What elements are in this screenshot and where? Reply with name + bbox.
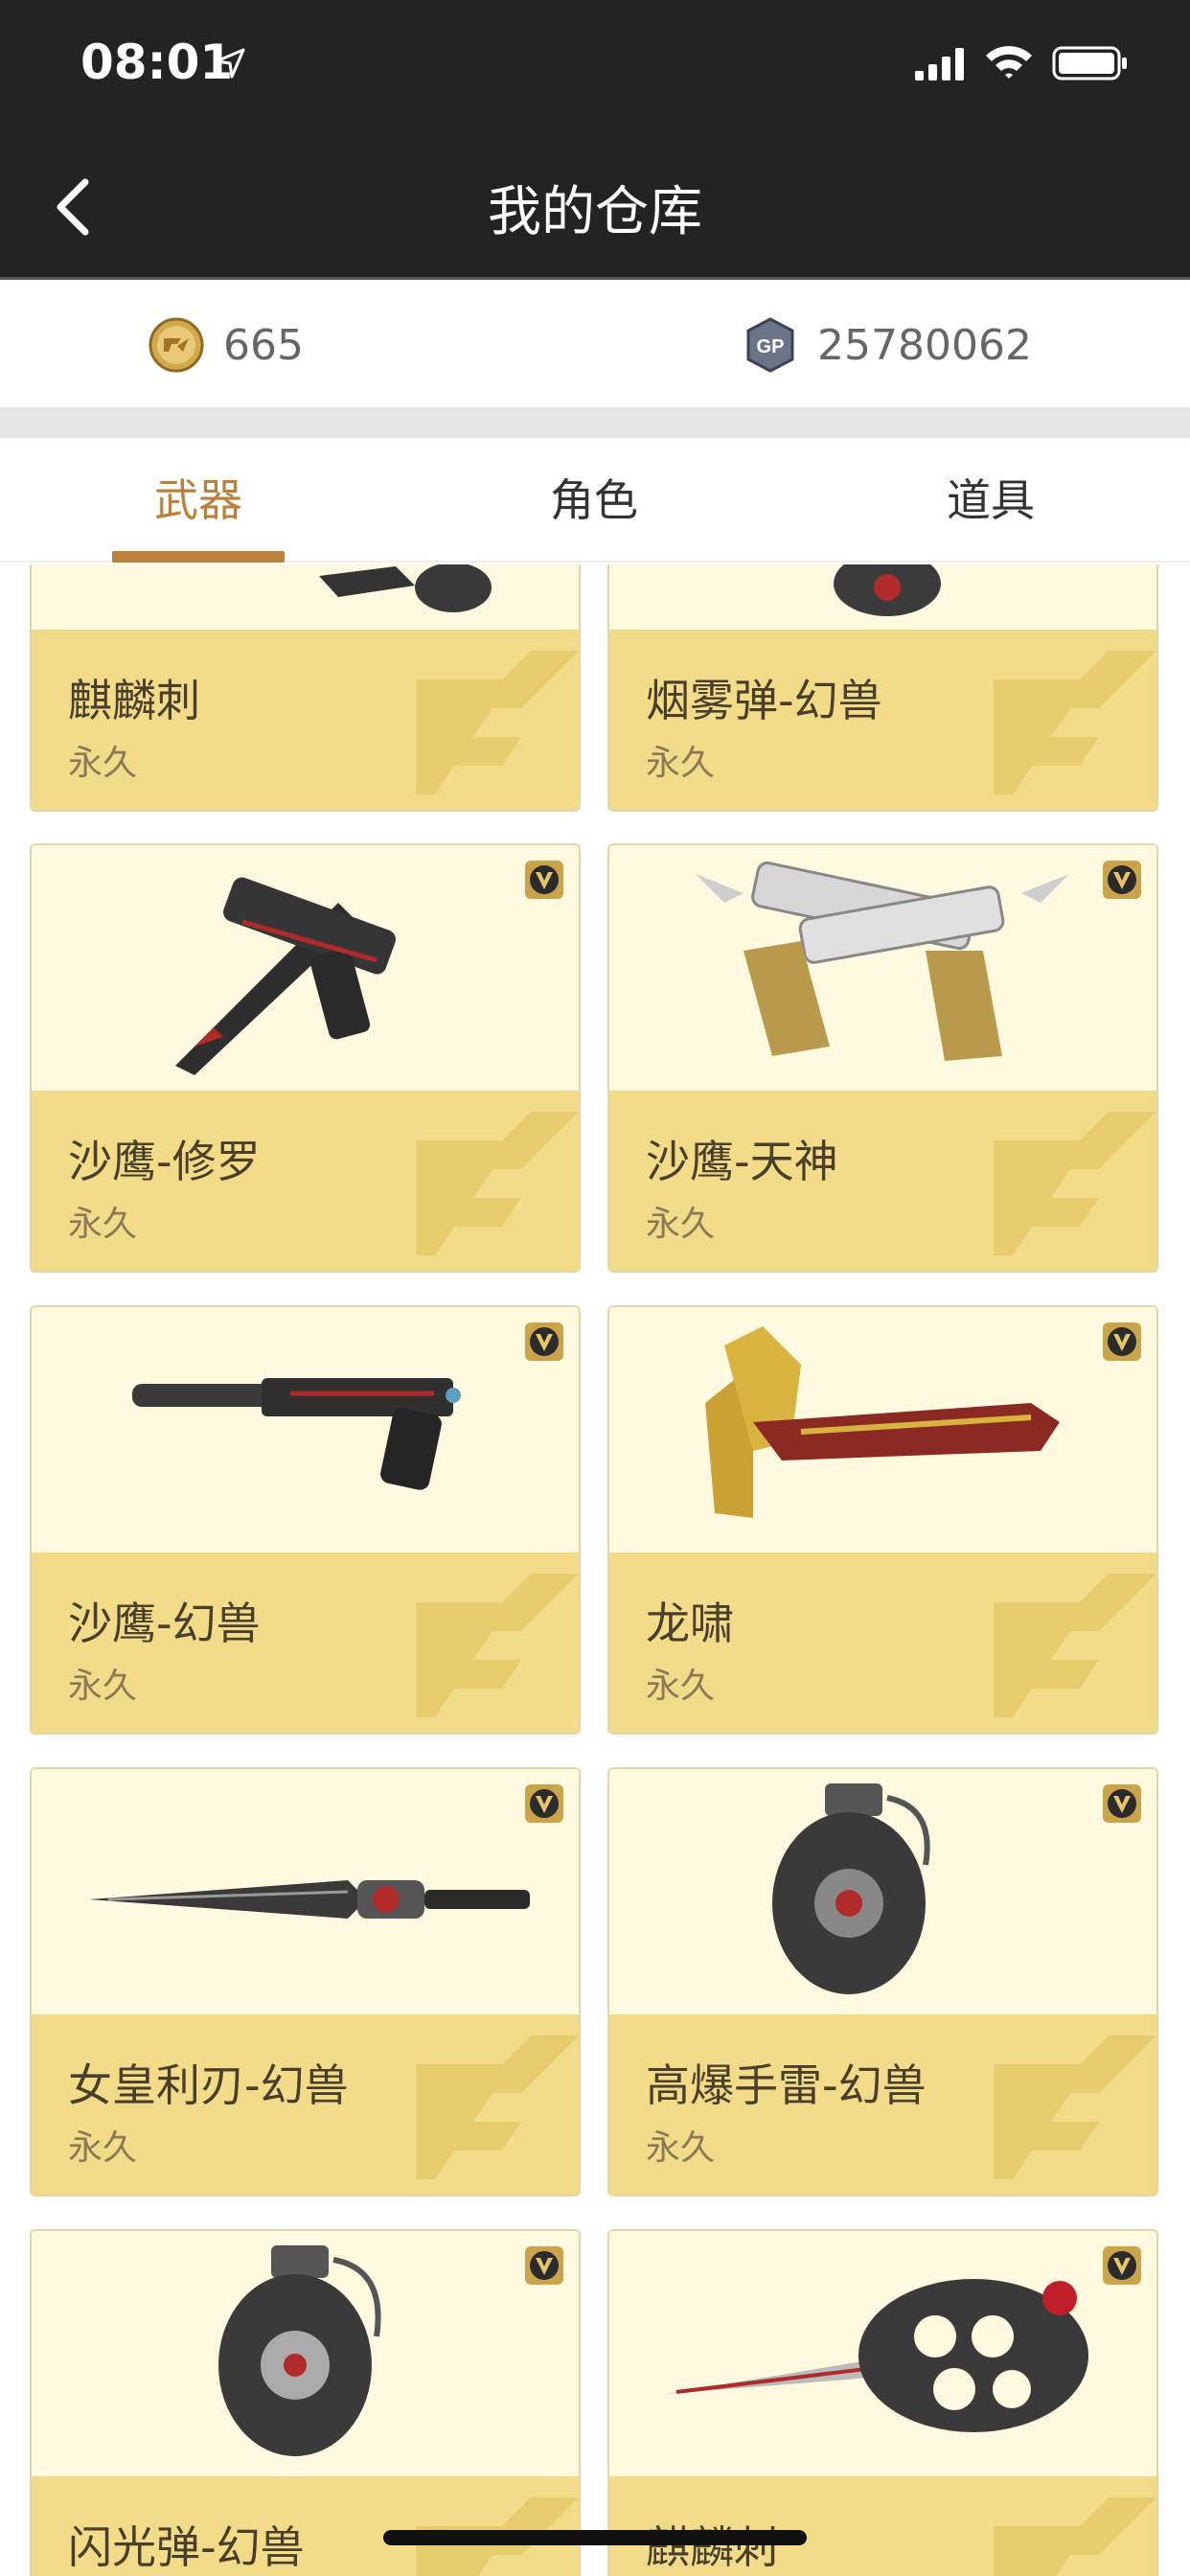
item-info: 女皇利刃-幻兽 永久: [32, 2014, 579, 2195]
item-info: 麒麟刺 永久: [32, 630, 579, 810]
tab-weapons[interactable]: 武器: [55, 438, 342, 563]
item-name: 龙啸: [646, 1598, 734, 1649]
item-image: [609, 564, 1156, 630]
item-name: 高爆手雷-幻兽: [646, 2059, 927, 2111]
item-term: 永久: [646, 744, 716, 783]
cf-watermark-icon: [416, 1112, 579, 1255]
tab-characters[interactable]: 角色: [450, 438, 738, 563]
item-info: 沙鹰-天神 永久: [609, 1091, 1156, 1271]
gp-points: GP 25780062: [743, 311, 1032, 379]
cf-watermark-icon: [994, 2497, 1156, 2576]
currency-row: 665 GP 25780062: [0, 283, 1190, 407]
weapon-grid[interactable]: 麒麟刺 永久 烟雾弹-幻兽 永久 沙鹰-修罗 永久 沙鹰-天神 永久 沙鹰-幻兽…: [0, 564, 1190, 2576]
item-name: 女皇利刃-幻兽: [68, 2059, 349, 2111]
item-image: [32, 845, 579, 1091]
item-image: [609, 845, 1156, 1091]
cf-coin-icon: [149, 317, 204, 373]
item-term: 永久: [646, 1205, 716, 1244]
item-info: 高爆手雷-幻兽 永久: [609, 2014, 1156, 2195]
header-bar: 08:01 我的仓库: [0, 0, 1190, 280]
item-term: 永久: [68, 744, 138, 783]
vip-badge-icon: [525, 2246, 563, 2285]
item-image: [32, 564, 579, 630]
gp-coin-icon: GP: [746, 317, 794, 373]
location-arrow-icon: [215, 48, 245, 79]
category-tabs: 武器 角色 道具: [0, 438, 1190, 563]
item-info: 沙鹰-修罗 永久: [32, 1091, 579, 1271]
home-indicator[interactable]: [383, 2530, 807, 2545]
warehouse-screen: 08:01 我的仓库 665 GP 25780062 武器 角色 道具 麒麟刺 …: [0, 0, 1190, 2576]
item-term: 永久: [68, 1205, 138, 1244]
item-card[interactable]: 女皇利刃-幻兽 永久: [30, 1767, 581, 2196]
item-image: [32, 2231, 579, 2476]
item-name: 闪光弹-幻兽: [68, 2521, 305, 2573]
vip-badge-icon: [1103, 1322, 1141, 1361]
vip-badge-icon: [1103, 861, 1141, 899]
cf-points-value: 665: [223, 320, 304, 370]
tab-items[interactable]: 道具: [847, 438, 1134, 563]
cf-watermark-icon: [994, 1112, 1156, 1255]
item-term: 永久: [646, 1667, 716, 1706]
item-name: 麒麟刺: [68, 675, 200, 726]
cf-watermark-icon: [994, 2036, 1156, 2179]
item-term: 永久: [68, 2128, 138, 2168]
cf-watermark-icon: [416, 2036, 579, 2179]
item-info: 烟雾弹-幻兽 永久: [609, 630, 1156, 810]
active-tab-indicator: [112, 551, 285, 563]
item-image: [32, 1307, 579, 1552]
page-title: 我的仓库: [488, 181, 702, 243]
item-card[interactable]: 麒麟刺 永久: [30, 564, 581, 812]
gp-coin-label: GP: [757, 336, 785, 357]
item-card[interactable]: 烟雾弹-幻兽 永久: [607, 564, 1158, 812]
vip-badge-icon: [1103, 1784, 1141, 1823]
item-name: 烟雾弹-幻兽: [646, 675, 882, 726]
wifi-icon: [986, 46, 1032, 79]
item-info: 闪光弹-幻兽 永久: [32, 2476, 579, 2576]
item-info: 麒麟刺 永久: [609, 2476, 1156, 2576]
item-card[interactable]: 沙鹰-修罗 永久: [30, 843, 581, 1273]
item-name: 沙鹰-天神: [646, 1136, 838, 1187]
item-term: 永久: [646, 2128, 716, 2168]
section-divider: [0, 407, 1190, 438]
item-image: [32, 1769, 579, 2014]
vip-badge-icon: [525, 861, 563, 899]
gp-points-value: 25780062: [817, 320, 1032, 370]
item-info: 龙啸 永久: [609, 1552, 1156, 1733]
cf-points: 665: [149, 311, 304, 379]
cf-watermark-icon: [416, 651, 579, 794]
item-term: 永久: [68, 1667, 138, 1706]
battery-icon: [1052, 46, 1127, 80]
cf-watermark-icon: [416, 1574, 579, 1717]
item-card[interactable]: 高爆手雷-幻兽 永久: [607, 1767, 1158, 2196]
item-image: [609, 2231, 1156, 2476]
status-time: 08:01: [80, 34, 234, 90]
item-card[interactable]: 闪光弹-幻兽 永久: [30, 2229, 581, 2576]
item-info: 沙鹰-幻兽 永久: [32, 1552, 579, 1733]
vip-badge-icon: [525, 1784, 563, 1823]
cf-watermark-icon: [994, 651, 1156, 794]
vip-badge-icon: [1103, 2246, 1141, 2285]
vip-badge-icon: [525, 1322, 563, 1361]
cellular-signal-icon: [915, 48, 964, 80]
item-image: [609, 1769, 1156, 2014]
item-card[interactable]: 沙鹰-天神 永久: [607, 843, 1158, 1273]
cf-watermark-icon: [994, 1574, 1156, 1717]
item-name: 沙鹰-幻兽: [68, 1598, 261, 1649]
item-card[interactable]: 沙鹰-幻兽 永久: [30, 1305, 581, 1735]
item-image: [609, 1307, 1156, 1552]
item-name: 沙鹰-修罗: [68, 1136, 261, 1187]
item-card[interactable]: 麒麟刺 永久: [607, 2229, 1158, 2576]
item-card[interactable]: 龙啸 永久: [607, 1305, 1158, 1735]
